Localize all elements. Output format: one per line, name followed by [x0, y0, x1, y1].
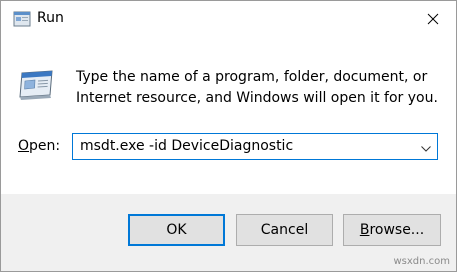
chevron-down-icon: [421, 137, 431, 156]
run-program-icon: [16, 69, 56, 101]
button-bar: OK Cancel Browse... wsxdn.com: [1, 194, 456, 271]
browse-button[interactable]: Browse...: [343, 214, 441, 246]
open-combobox[interactable]: msdt.exe -id DeviceDiagnostic: [72, 133, 438, 160]
close-icon: [427, 10, 439, 29]
close-button[interactable]: [410, 1, 456, 37]
dialog-content: Type the name of a program, folder, docu…: [1, 37, 456, 194]
dropdown-button[interactable]: [415, 134, 437, 159]
open-label-rest: pen:: [29, 138, 61, 154]
browse-accelerator: B: [359, 222, 370, 238]
description-text: Type the name of a program, folder, docu…: [76, 69, 438, 106]
cancel-button[interactable]: Cancel: [236, 214, 333, 246]
open-input[interactable]: msdt.exe -id DeviceDiagnostic: [80, 138, 293, 154]
open-label-accelerator: O: [18, 138, 30, 154]
title-bar[interactable]: Run: [1, 1, 456, 37]
open-label: Open:: [18, 138, 60, 154]
run-dialog: Run Type the name of a program, folder, …: [0, 0, 457, 272]
ok-button[interactable]: OK: [128, 214, 225, 246]
run-icon: [13, 11, 31, 27]
browse-label-rest: rowse...: [369, 222, 425, 238]
window-title: Run: [37, 10, 64, 26]
watermark-text: wsxdn.com: [393, 256, 450, 267]
